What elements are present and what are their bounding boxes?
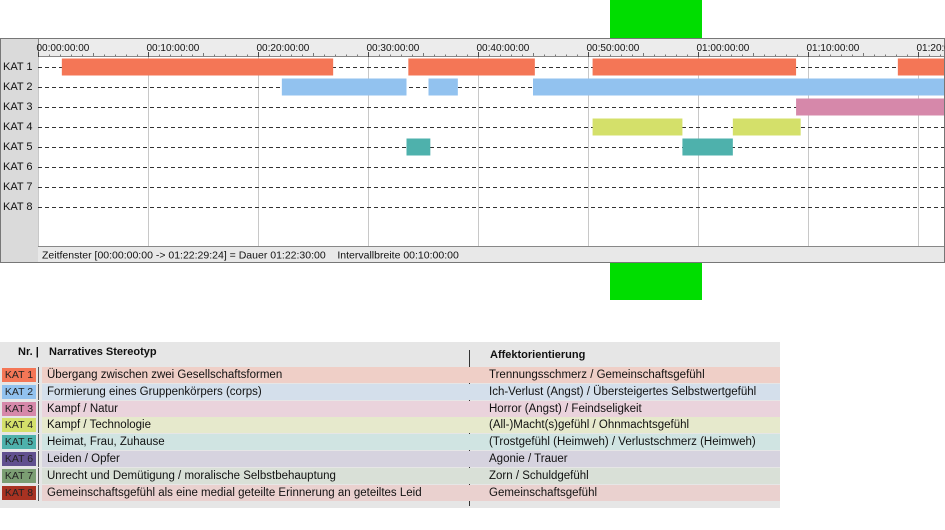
segment-bar xyxy=(408,58,535,76)
legend-affekt: Trennungsschmerz / Gemeinschaftsgefühl xyxy=(484,367,780,383)
legend-row: KAT 7 Unrecht und Demütigung / moralische… xyxy=(0,467,780,484)
category-label: KAT 8 xyxy=(3,201,33,213)
legend-header-nr: Nr. | xyxy=(18,346,39,358)
tick-label: 00:10:00:00 xyxy=(147,43,200,54)
legend-affekt: Horror (Angst) / Feindseligkeit xyxy=(484,400,780,417)
legend-separator xyxy=(38,484,39,501)
tick-label: 01:20:00:00 xyxy=(917,43,945,54)
timeline-chart: Zeitfenster [00:00:00:00 -> 01:22:29:24]… xyxy=(0,38,945,263)
segment-bar xyxy=(61,58,334,76)
tick-label: 01:00:00:00 xyxy=(697,43,750,54)
legend-row: KAT 3 Kampf / Natur Horror (Angst) / Feind… xyxy=(0,400,780,417)
legend-stereotyp: Formierung eines Gruppenkörpers (corps) xyxy=(42,383,468,400)
legend-stereotyp: Heimat, Frau, Zuhause xyxy=(42,434,468,451)
legend-row: KAT 4 Kampf / Technologie (All-)Macht(s)ge… xyxy=(0,417,780,434)
tick-label: 00:00:00:00 xyxy=(37,43,90,54)
legend-header-affekt: Affektorientierung xyxy=(490,349,586,361)
tick-label: 00:20:00:00 xyxy=(257,43,310,54)
segment-bar xyxy=(796,98,944,116)
legend-stereotyp: Kampf / Technologie xyxy=(42,417,468,434)
legend-row-fill xyxy=(468,484,484,501)
segment-bar xyxy=(428,78,458,96)
legend-separator xyxy=(38,367,39,383)
legend-row: KAT 6 Leiden / Opfer Agonie / Trauer xyxy=(0,451,780,467)
status-text: Zeitfenster [00:00:00:00 -> 01:22:29:24]… xyxy=(42,250,459,262)
legend-stereotyp: Übergang zwischen zwei Gesellschaftsform… xyxy=(42,367,468,383)
tick-label: 01:10:00:00 xyxy=(807,43,860,54)
legend-row: KAT 8 Gemeinschaftsgefühl als eine medial… xyxy=(0,484,780,501)
legend-header-stereotyp: Narratives Stereotyp xyxy=(49,346,157,358)
legend-row-fill xyxy=(468,367,484,383)
category-label: KAT 4 xyxy=(3,121,33,133)
legend-stereotyp: Kampf / Natur xyxy=(42,400,468,417)
segment-bar xyxy=(897,58,944,76)
legend-category-badge: KAT 3 xyxy=(2,401,36,416)
segment-bar xyxy=(406,138,431,156)
legend-row-fill xyxy=(468,467,484,484)
legend-row-fill xyxy=(468,400,484,417)
category-label: KAT 2 xyxy=(3,81,33,93)
category-label: KAT 5 xyxy=(3,141,33,153)
tick-label: 00:30:00:00 xyxy=(367,43,420,54)
legend-separator xyxy=(38,400,39,417)
legend-separator xyxy=(38,417,39,434)
segment-bar xyxy=(732,118,801,136)
legend-stereotyp: Unrecht und Demütigung / moralische Selb… xyxy=(42,467,468,484)
category-label: KAT 6 xyxy=(3,161,33,173)
legend-row-fill xyxy=(468,434,484,451)
legend-category-badge: KAT 1 xyxy=(2,368,36,382)
legend-affekt: (Trostgefühl (Heimweh) / Verlustschmerz … xyxy=(484,434,780,451)
legend-affekt: Ich-Verlust (Angst) / Übersteigertes Sel… xyxy=(484,383,780,400)
tick-label: 00:40:00:00 xyxy=(477,43,530,54)
segment-bar xyxy=(281,78,407,96)
legend-row: KAT 1 Übergang zwischen zwei Gesellschaft… xyxy=(0,367,780,383)
legend-affekt: Zorn / Schuldgefühl xyxy=(484,467,780,484)
segment-bar xyxy=(592,58,797,76)
segment-bar xyxy=(592,118,683,136)
legend-separator xyxy=(38,434,39,451)
legend-row-fill xyxy=(468,451,484,467)
legend-affekt: Gemeinschaftsgefühl xyxy=(484,484,780,501)
legend-separator xyxy=(38,383,39,400)
legend-row-fill xyxy=(468,417,484,434)
legend-category-badge: KAT 5 xyxy=(2,435,36,450)
legend-stereotyp: Leiden / Opfer xyxy=(42,451,468,467)
legend-category-badge: KAT 8 xyxy=(2,485,36,500)
legend-affekt: Agonie / Trauer xyxy=(484,451,780,467)
legend-category-badge: KAT 7 xyxy=(2,468,36,483)
legend-category-badge: KAT 2 xyxy=(2,384,36,399)
tick-label: 00:50:00:00 xyxy=(587,43,640,54)
category-legend: Nr. | Narratives Stereotyp Affektorienti… xyxy=(0,342,780,508)
legend-category-badge: KAT 6 xyxy=(2,452,36,466)
segment-bar xyxy=(682,138,733,156)
legend-category-badge: KAT 4 xyxy=(2,418,36,433)
category-label: KAT 7 xyxy=(3,181,33,193)
legend-row: KAT 5 Heimat, Frau, Zuhause (Trostgefühl (… xyxy=(0,434,780,451)
legend-affekt: (All-)Macht(s)gefühl / Ohnmachtsgefühl xyxy=(484,417,780,434)
category-label: KAT 1 xyxy=(3,61,33,73)
segment-bar xyxy=(533,78,944,96)
category-label: KAT 3 xyxy=(3,101,33,113)
legend-separator xyxy=(38,467,39,484)
legend-stereotyp: Gemeinschaftsgefühl als eine medial gete… xyxy=(42,484,468,501)
legend-separator xyxy=(38,451,39,467)
legend-row: KAT 2 Formierung eines Gruppenkörpers (co… xyxy=(0,383,780,400)
legend-row-fill xyxy=(468,383,484,400)
